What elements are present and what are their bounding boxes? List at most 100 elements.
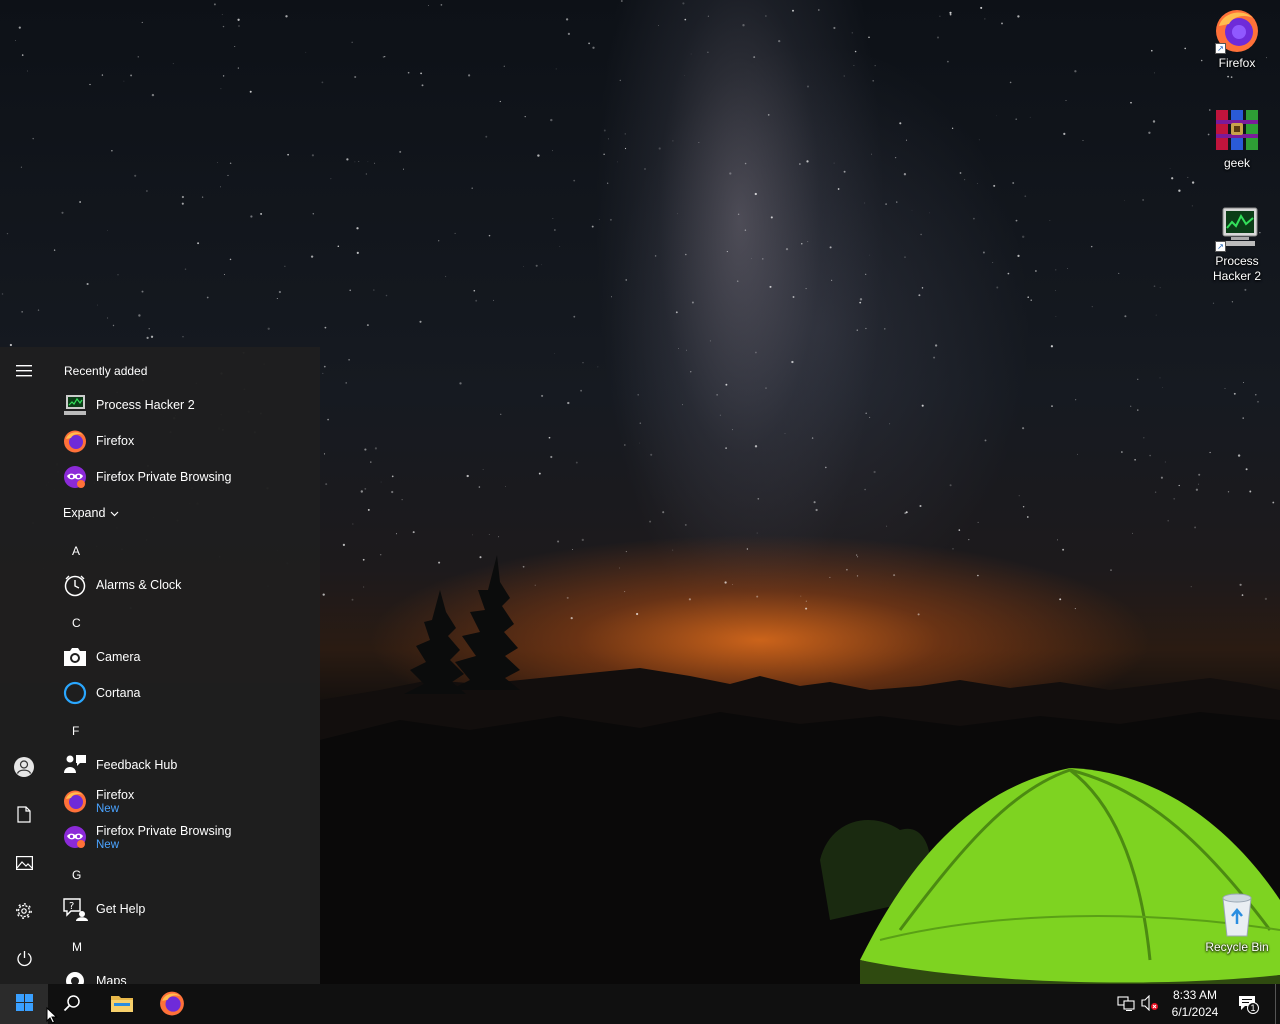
star xyxy=(380,481,382,483)
action-center-button[interactable]: 1 xyxy=(1238,994,1259,1014)
app-item-firefox[interactable]: Firefox xyxy=(62,424,312,458)
app-item-cortana[interactable]: Cortana xyxy=(62,676,312,710)
star xyxy=(276,297,278,300)
star xyxy=(1142,199,1144,201)
star xyxy=(874,65,876,67)
star xyxy=(229,258,232,261)
star xyxy=(1022,505,1025,508)
star xyxy=(754,445,758,448)
star xyxy=(138,314,141,317)
firefox-icon xyxy=(62,788,88,814)
show-desktop-button[interactable] xyxy=(1275,984,1280,1024)
star xyxy=(391,475,394,478)
star xyxy=(1022,235,1025,238)
settings-button[interactable] xyxy=(0,888,48,936)
app-item-maps[interactable]: Maps xyxy=(62,964,312,984)
app-item-firefox-private-new[interactable]: Firefox Private Browsing New xyxy=(62,820,312,854)
star xyxy=(499,100,501,103)
star xyxy=(346,158,349,161)
star xyxy=(684,74,685,76)
documents-button[interactable] xyxy=(0,792,48,840)
star xyxy=(352,523,354,525)
star xyxy=(1065,100,1067,101)
app-item-firefox-private[interactable]: Firefox Private Browsing xyxy=(62,460,312,494)
star xyxy=(445,275,447,278)
star xyxy=(181,202,184,205)
desktop-icon-firefox[interactable]: ↗ Firefox xyxy=(1199,6,1275,71)
star xyxy=(552,218,554,219)
star xyxy=(753,56,756,59)
desktop-icon-process-hacker[interactable]: ↗ Process Hacker 2 xyxy=(1199,204,1275,284)
star xyxy=(682,2,685,5)
star xyxy=(37,309,40,311)
network-status[interactable] xyxy=(1116,994,1136,1014)
app-item-camera[interactable]: Camera xyxy=(62,640,312,674)
star xyxy=(1124,200,1125,201)
group-letter-c[interactable]: C xyxy=(72,616,81,630)
star xyxy=(356,251,359,254)
app-item-alarms-clock[interactable]: Alarms & Clock xyxy=(62,568,312,602)
app-item-firefox-new[interactable]: Firefox New xyxy=(62,784,312,818)
app-item-get-help[interactable]: ? Get Help xyxy=(62,892,312,926)
star xyxy=(688,598,692,601)
star xyxy=(220,186,221,188)
pictures-button[interactable] xyxy=(0,840,48,888)
star xyxy=(550,455,553,459)
star xyxy=(805,607,808,610)
star xyxy=(610,296,612,298)
star xyxy=(349,289,351,292)
star xyxy=(503,65,505,67)
star xyxy=(358,161,360,163)
star xyxy=(1049,220,1051,221)
volume-control[interactable] xyxy=(1140,994,1160,1014)
star xyxy=(557,540,560,543)
group-letter-g[interactable]: G xyxy=(72,868,81,882)
desktop-icon-geek[interactable]: geek xyxy=(1199,106,1275,171)
star xyxy=(896,201,898,203)
firefox-icon: ↗ xyxy=(1213,6,1261,54)
star xyxy=(707,15,709,17)
star xyxy=(21,311,23,313)
cortana-icon xyxy=(62,680,88,706)
star xyxy=(1178,484,1180,487)
star xyxy=(379,553,382,556)
star xyxy=(323,453,326,455)
star xyxy=(829,246,832,249)
star xyxy=(947,60,949,63)
star xyxy=(751,258,752,259)
star xyxy=(675,311,678,314)
clock[interactable]: 8:33 AM 6/1/2024 xyxy=(1166,987,1224,1021)
power-button[interactable] xyxy=(0,936,48,984)
star xyxy=(1159,377,1161,379)
star xyxy=(238,25,240,27)
star xyxy=(952,548,954,550)
star xyxy=(635,612,639,616)
group-letter-m[interactable]: M xyxy=(72,940,82,954)
star xyxy=(1059,598,1062,601)
start-button[interactable] xyxy=(0,984,48,1024)
star xyxy=(554,229,556,231)
star xyxy=(729,172,732,175)
star xyxy=(637,393,640,396)
app-item-feedback-hub[interactable]: Feedback Hub xyxy=(62,748,312,782)
star xyxy=(625,279,627,281)
star xyxy=(345,382,347,384)
taskbar-file-explorer[interactable] xyxy=(98,984,146,1024)
app-name: Camera xyxy=(96,650,141,664)
taskbar-firefox[interactable] xyxy=(148,984,196,1024)
star xyxy=(505,486,506,487)
star xyxy=(141,21,143,23)
group-letter-a[interactable]: A xyxy=(72,544,80,558)
desktop-icon-recycle-bin[interactable]: Recycle Bin xyxy=(1199,890,1275,955)
expand-menu-button[interactable] xyxy=(0,348,48,396)
star xyxy=(871,153,872,155)
star xyxy=(1077,453,1078,455)
star xyxy=(982,251,985,254)
group-letter-f[interactable]: F xyxy=(72,724,79,738)
account-button[interactable] xyxy=(0,744,48,792)
expand-button[interactable]: Expand xyxy=(63,506,119,520)
power-icon xyxy=(16,950,33,970)
app-item-process-hacker[interactable]: Process Hacker 2 xyxy=(62,388,312,422)
star xyxy=(792,9,794,12)
star xyxy=(917,613,920,616)
